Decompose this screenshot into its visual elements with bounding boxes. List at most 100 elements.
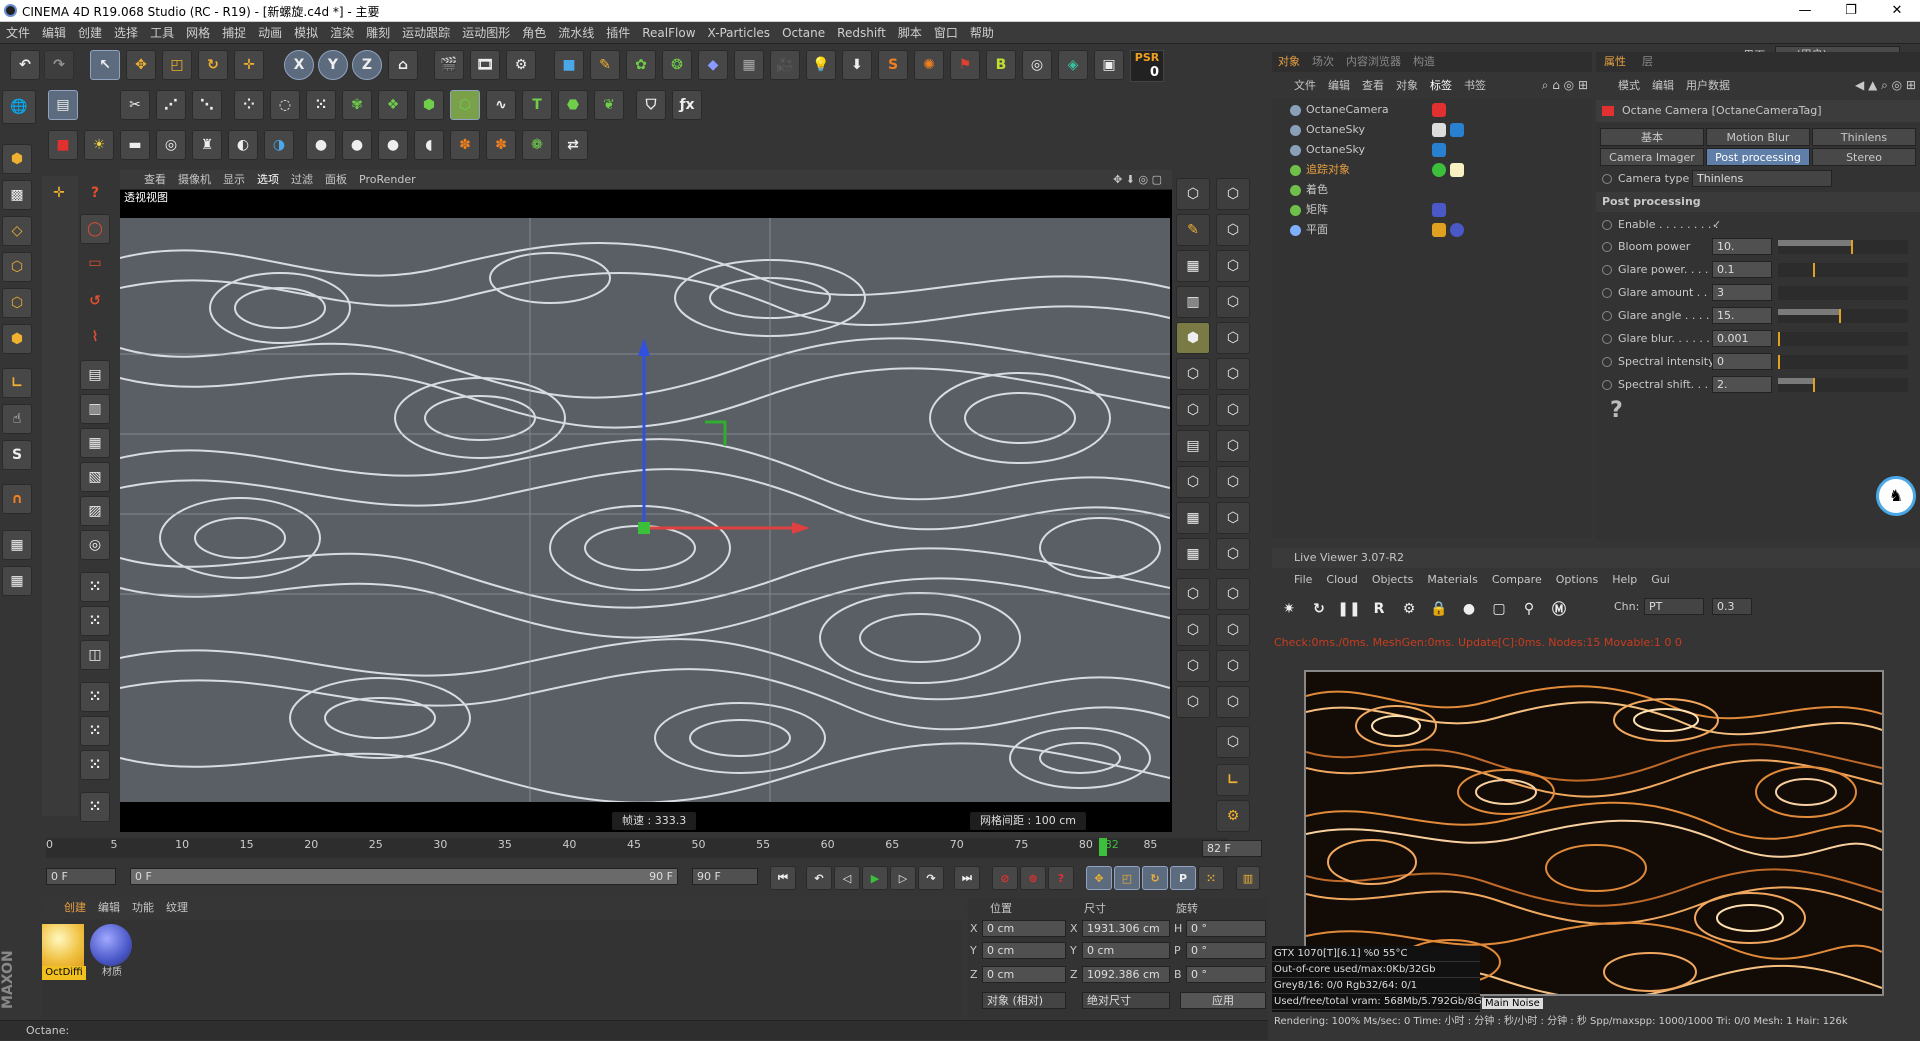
- polygon-mode-icon[interactable]: ⁙: [306, 90, 336, 120]
- render-settings-icon[interactable]: ⚙: [506, 50, 536, 80]
- menu-mograph[interactable]: 运动图形: [456, 22, 516, 44]
- param-value-field[interactable]: 10.: [1712, 238, 1772, 255]
- tab-objects[interactable]: 对象: [1272, 52, 1306, 72]
- cube-tool-22-icon[interactable]: ⬡: [1176, 578, 1210, 610]
- layout-4-icon[interactable]: ▧: [80, 462, 110, 492]
- key-scale-icon[interactable]: ◰: [1114, 866, 1140, 890]
- layout-2-icon[interactable]: ▥: [80, 394, 110, 424]
- key-rotation-icon[interactable]: ↻: [1142, 866, 1168, 890]
- cube-tool-6-icon[interactable]: ▥: [1176, 286, 1210, 318]
- btn-camera-imager[interactable]: Camera Imager: [1600, 148, 1704, 166]
- prev-frame-icon[interactable]: ◁: [834, 866, 860, 890]
- cube-tool-5-icon[interactable]: ⬡: [1216, 250, 1250, 282]
- btn-post-processing[interactable]: Post processing: [1706, 148, 1810, 166]
- btn-stereo[interactable]: Stereo: [1812, 148, 1916, 166]
- layout-7-icon[interactable]: ⁙: [80, 572, 110, 602]
- layout-1-icon[interactable]: ▤: [80, 360, 110, 390]
- lv-macro-icon[interactable]: Ⓜ: [1544, 594, 1574, 624]
- position-z-field[interactable]: 0 cm: [982, 966, 1066, 983]
- cube-tool-26-icon[interactable]: ⬡: [1176, 650, 1210, 682]
- workplane-lock-icon[interactable]: ▦: [2, 566, 32, 596]
- select-tool-icon[interactable]: ↖: [90, 50, 120, 80]
- radio-icon[interactable]: [1602, 288, 1612, 298]
- layout-5-icon[interactable]: ▨: [80, 496, 110, 526]
- undo-icon[interactable]: ↶: [10, 50, 40, 80]
- size-y-field[interactable]: 0 cm: [1082, 942, 1170, 959]
- model-mode-icon[interactable]: ▤: [48, 90, 78, 120]
- sphere-grid-icon[interactable]: ◎: [1022, 50, 1052, 80]
- cube-tool-20-icon[interactable]: ▦: [1176, 538, 1210, 570]
- camera-icon[interactable]: 🎥: [770, 50, 800, 80]
- menu-simulate[interactable]: 模拟: [288, 22, 324, 44]
- maximize-button[interactable]: ❐: [1828, 0, 1874, 22]
- xparticles-icon[interactable]: ✺: [914, 50, 944, 80]
- cube-tool-24-icon[interactable]: ⬡: [1176, 614, 1210, 646]
- btn-thinlens[interactable]: Thinlens: [1812, 128, 1916, 146]
- layout-8-icon[interactable]: ⁙: [80, 606, 110, 636]
- menu-redshift[interactable]: Redshift: [831, 22, 892, 44]
- light-icon[interactable]: 💡: [806, 50, 836, 80]
- radio-icon[interactable]: [1602, 334, 1612, 344]
- param-value-field[interactable]: 2.: [1712, 376, 1772, 393]
- menu-window[interactable]: 窗口: [928, 22, 964, 44]
- material-octdiffuse[interactable]: OctDiffi: [42, 924, 86, 984]
- hdri-icon[interactable]: ◐: [228, 130, 258, 160]
- lv-clay-icon[interactable]: ▢: [1484, 594, 1514, 624]
- vdb-icon[interactable]: ✽: [486, 130, 516, 160]
- mat-menu-function[interactable]: 功能: [126, 898, 160, 918]
- rotation-p-field[interactable]: 0 °: [1186, 942, 1266, 959]
- object-tag-icon[interactable]: [1432, 163, 1446, 177]
- cube-tool-17-icon[interactable]: ⬡: [1216, 466, 1250, 498]
- diffuse-material-icon[interactable]: ●: [306, 130, 336, 160]
- s-plugin-icon[interactable]: S: [878, 50, 908, 80]
- deformer-icon[interactable]: ◆: [698, 50, 728, 80]
- menu-animate[interactable]: 动画: [252, 22, 288, 44]
- param-value-field[interactable]: 0.1: [1712, 261, 1772, 278]
- cube-tool-7-icon[interactable]: ⬡: [1216, 286, 1250, 318]
- render-view-icon[interactable]: 🎬: [434, 50, 464, 80]
- menu-help[interactable]: 帮助: [964, 22, 1000, 44]
- size-x-field[interactable]: 1931.306 cm: [1082, 920, 1170, 937]
- size-mode-dropdown[interactable]: 绝对尺寸: [1082, 992, 1170, 1009]
- layout-13-icon[interactable]: ⁙: [80, 792, 110, 822]
- radio-icon[interactable]: [1602, 265, 1612, 275]
- plugin-badge-icon[interactable]: ♞: [1876, 476, 1916, 516]
- fracture-icon[interactable]: ❖: [378, 90, 408, 120]
- menu-create[interactable]: 创建: [72, 22, 108, 44]
- texture-mode-icon[interactable]: ▩: [2, 180, 32, 210]
- menu-mesh[interactable]: 网格: [180, 22, 216, 44]
- menu-script[interactable]: 脚本: [892, 22, 928, 44]
- object-row[interactable]: OctaneSky: [1272, 140, 1592, 160]
- lv-material-icon[interactable]: ●: [1454, 594, 1484, 624]
- environment-tag-icon[interactable]: [1432, 123, 1446, 137]
- menu-select[interactable]: 选择: [108, 22, 144, 44]
- move-tool-icon[interactable]: ✥: [126, 50, 156, 80]
- param-slider[interactable]: [1778, 309, 1908, 323]
- edge-mode-icon[interactable]: ◌: [270, 90, 300, 120]
- tag-icon[interactable]: [1432, 203, 1446, 217]
- tab-structure[interactable]: 构造: [1407, 52, 1441, 72]
- matrix-icon[interactable]: ⬢: [414, 90, 444, 120]
- tag-icon[interactable]: ⛉: [636, 90, 666, 120]
- axis-tool-icon[interactable]: ∟: [1216, 764, 1250, 796]
- material-tag-icon[interactable]: [1450, 223, 1464, 237]
- cube-tool-11-icon[interactable]: ⬡: [1216, 358, 1250, 390]
- menu-character[interactable]: 角色: [516, 22, 552, 44]
- layout-9-icon[interactable]: ◫: [80, 640, 110, 670]
- specular-material-icon[interactable]: ●: [378, 130, 408, 160]
- cube-tool-14-icon[interactable]: ▤: [1176, 430, 1210, 462]
- viewport-canvas[interactable]: [120, 218, 1170, 802]
- lv-menu-compare[interactable]: Compare: [1485, 570, 1549, 590]
- mat-menu-create[interactable]: 创建: [42, 898, 92, 918]
- start-frame-field[interactable]: 0 F: [46, 868, 116, 885]
- arrow-down-icon[interactable]: ⬇: [842, 50, 872, 80]
- slider-marker[interactable]: [1813, 378, 1816, 392]
- layout-10-icon[interactable]: ⁙: [80, 682, 110, 712]
- help-icon[interactable]: ?: [1610, 398, 1623, 423]
- key-pla-icon[interactable]: ⁙: [1198, 866, 1224, 890]
- cube-tool-18-icon[interactable]: ▦: [1176, 502, 1210, 534]
- hdri-tag-icon[interactable]: [1450, 123, 1464, 137]
- tab-takes[interactable]: 场次: [1306, 52, 1340, 72]
- channel-value-field[interactable]: 0.3: [1712, 598, 1752, 615]
- grid-snap-icon[interactable]: ▦: [2, 530, 32, 560]
